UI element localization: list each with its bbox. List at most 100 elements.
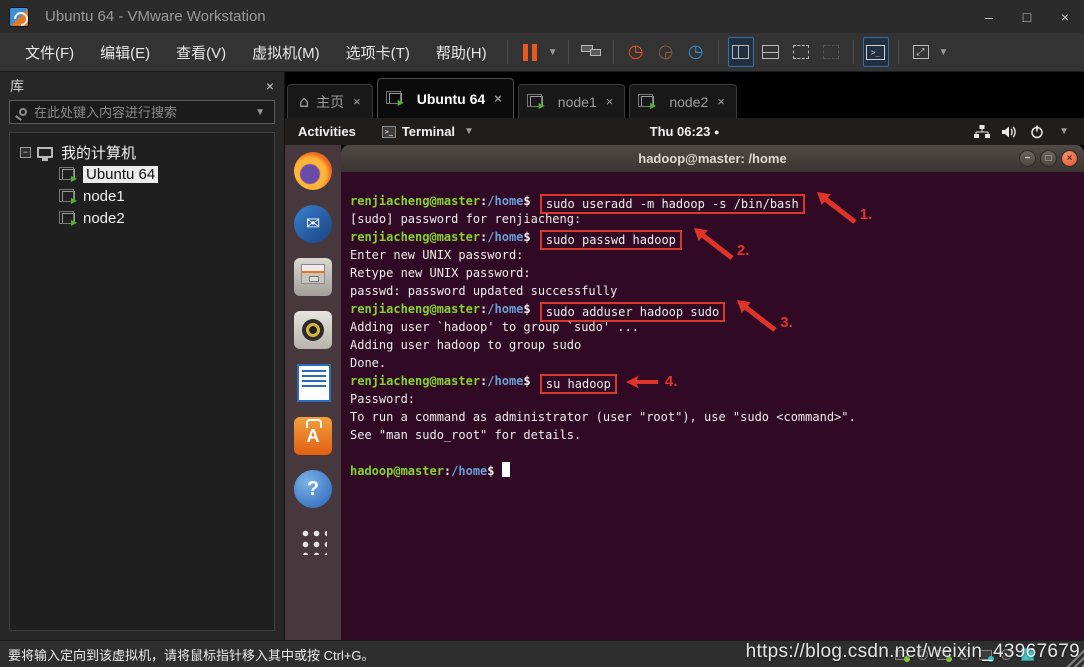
files-icon[interactable] — [294, 258, 332, 296]
library-search[interactable]: ▼ — [9, 100, 275, 124]
terminal-maximize-button[interactable]: □ — [1040, 150, 1057, 167]
pause-vm-button[interactable] — [517, 37, 543, 67]
window-title: Ubuntu 64 - VMware Workstation — [45, 8, 266, 25]
home-icon: ⌂ — [299, 92, 309, 111]
show-thumbnail-bar-button[interactable] — [758, 37, 784, 67]
tab-node1[interactable]: node1 × — [518, 84, 626, 118]
terminal-line: Adding user hadoop to group sudo — [350, 336, 1084, 354]
frame-slash-icon — [823, 45, 839, 59]
vm-icon — [62, 191, 75, 202]
menu-edit[interactable]: 编辑(E) — [87, 42, 163, 63]
clock-wrench-icon: ◷ — [688, 43, 704, 61]
menubar: 文件(F) 编辑(E) 查看(V) 虚拟机(M) 选项卡(T) 帮助(H) ▼ … — [0, 33, 1084, 72]
frame-icon — [793, 45, 809, 59]
tab-home[interactable]: ⌂ 主页 × — [287, 84, 373, 118]
chevron-down-icon: ▼ — [461, 126, 477, 137]
notification-dot-icon: ● — [714, 127, 719, 137]
keyboard-icon — [581, 45, 601, 59]
show-library-button[interactable] — [728, 37, 754, 67]
tree-item-node1[interactable]: node1 — [10, 185, 274, 207]
close-button[interactable]: × — [1046, 0, 1084, 33]
terminal-cursor — [502, 462, 510, 477]
expand-icon: ⤢ — [913, 45, 929, 59]
minimize-button[interactable]: – — [970, 0, 1008, 33]
volume-icon — [1002, 125, 1018, 139]
vmware-logo-icon — [9, 7, 29, 27]
terminal-minimize-button[interactable]: − — [1019, 150, 1036, 167]
send-ctrl-alt-del-button[interactable] — [578, 37, 604, 67]
collapse-icon[interactable]: − — [20, 147, 31, 158]
status-message: 要将输入定向到该虚拟机，请将鼠标指针移入其中或按 Ctrl+G。 — [8, 645, 375, 664]
terminal-close-button[interactable]: × — [1061, 150, 1078, 167]
tree-root-my-computer[interactable]: − 我的计算机 — [10, 141, 274, 163]
console-icon: >_ — [866, 45, 885, 60]
sidebar-panel-icon — [732, 45, 749, 59]
toolbar-separator — [568, 40, 569, 64]
toolbar-separator — [853, 40, 854, 64]
help-icon[interactable]: ? — [294, 470, 332, 508]
tree-item-ubuntu64[interactable]: Ubuntu 64 — [10, 163, 274, 185]
terminal-line — [350, 444, 1084, 462]
annotation-number: 4. — [665, 373, 678, 391]
rhythmbox-icon[interactable] — [294, 311, 332, 349]
red-arrow-icon — [625, 375, 659, 389]
firefox-icon[interactable] — [294, 152, 332, 190]
tab-bar: ⌂ 主页 × Ubuntu 64 × node1 × node2 × — [285, 72, 1084, 118]
terminal-title: hadoop@master: /home — [638, 151, 786, 166]
menu-help[interactable]: 帮助(H) — [423, 42, 500, 63]
toolbar-separator — [507, 40, 508, 64]
console-view-button[interactable]: >_ — [863, 37, 889, 67]
show-applications-icon[interactable] — [299, 527, 327, 555]
terminal-line: See "man sudo_root" for details. — [350, 426, 1084, 444]
terminal-icon: >_ — [382, 126, 396, 138]
search-input[interactable] — [34, 105, 252, 120]
chevron-down-icon: ▼ — [1056, 126, 1072, 137]
toolbar-separator — [613, 40, 614, 64]
terminal-body[interactable]: renjiacheng@master:/home$ sudo useradd -… — [341, 172, 1084, 640]
library-close-icon[interactable]: × — [266, 78, 274, 94]
thunderbird-icon[interactable]: ✉ — [294, 205, 332, 243]
vm-icon — [62, 213, 75, 224]
tab-close-icon[interactable]: × — [353, 94, 361, 109]
unity-mode-button[interactable] — [818, 37, 844, 67]
tab-node2[interactable]: node2 × — [629, 84, 737, 118]
fullscreen-button[interactable] — [788, 37, 814, 67]
vm-icon — [641, 96, 654, 107]
tree-item-node2[interactable]: node2 — [10, 207, 274, 229]
vm-icon — [389, 93, 402, 104]
clock-plus-icon: ◷ — [628, 43, 644, 61]
tab-label: node2 — [669, 94, 708, 110]
pause-dropdown[interactable]: ▼ — [545, 47, 561, 58]
ubuntu-dock: ✉ A ? — [285, 145, 341, 640]
ubuntu-software-icon[interactable]: A — [294, 417, 332, 455]
terminal-line: Retype new UNIX password: — [350, 264, 1084, 282]
take-snapshot-button[interactable]: ◷ — [623, 37, 649, 67]
menu-view[interactable]: 查看(V) — [163, 42, 239, 63]
tab-label: Ubuntu 64 — [417, 91, 485, 107]
tab-ubuntu64[interactable]: Ubuntu 64 × — [377, 78, 514, 118]
watermark: https://blog.csdn.net/weixin_43967679 — [746, 641, 1080, 663]
libreoffice-writer-icon[interactable] — [297, 364, 331, 402]
menu-file[interactable]: 文件(F) — [12, 42, 87, 63]
revert-snapshot-button[interactable]: ◶ — [653, 37, 679, 67]
stretch-dropdown[interactable]: ▼ — [936, 47, 952, 58]
menu-tabs[interactable]: 选项卡(T) — [333, 42, 423, 63]
terminal-app-menu[interactable]: >_ Terminal ▼ — [382, 124, 477, 139]
terminal-line: renjiacheng@master:/home$ sudo passwd ha… — [350, 228, 1084, 246]
terminal-titlebar[interactable]: hadoop@master: /home − □ × — [341, 145, 1084, 172]
system-status-area[interactable]: ▼ — [974, 125, 1072, 139]
tab-close-icon[interactable]: × — [717, 94, 725, 109]
tab-close-icon[interactable]: × — [494, 91, 502, 106]
menu-vm[interactable]: 虚拟机(M) — [239, 42, 333, 63]
tab-close-icon[interactable]: × — [606, 94, 614, 109]
toolbar-separator — [718, 40, 719, 64]
search-dropdown-icon[interactable]: ▼ — [252, 107, 268, 118]
manage-snapshots-button[interactable]: ◷ — [683, 37, 709, 67]
pause-icon — [523, 44, 537, 61]
tab-label: 主页 — [316, 92, 344, 112]
network-icon — [974, 125, 990, 139]
maximize-button[interactable]: □ — [1008, 0, 1046, 33]
terminal-line: Enter new UNIX password: — [350, 246, 1084, 264]
stretch-guest-button[interactable]: ⤢ — [908, 37, 934, 67]
activities-button[interactable]: Activities — [298, 124, 356, 139]
